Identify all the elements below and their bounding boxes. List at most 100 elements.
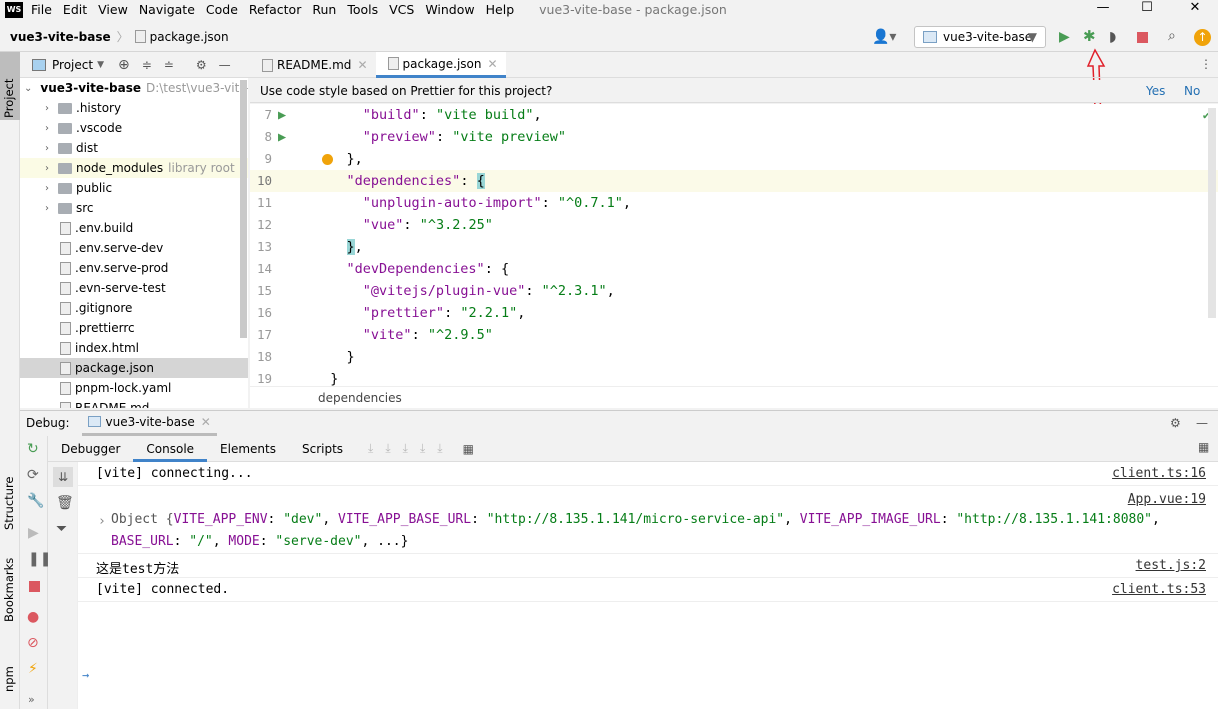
filter-icon[interactable]: ⏷ — [56, 522, 67, 536]
tree-item[interactable]: .env.serve-prod — [20, 258, 248, 278]
chevron-right-icon[interactable]: › — [40, 103, 54, 114]
source-link[interactable]: client.ts:16 — [1112, 466, 1206, 481]
step-over-icon[interactable]: ⤓ — [368, 441, 373, 456]
tool-tab-project[interactable]: Project — [2, 79, 16, 118]
editor-scrollbar[interactable] — [1208, 108, 1216, 318]
source-link[interactable]: App.vue:19 — [1128, 492, 1206, 507]
chevron-right-icon[interactable]: › — [40, 183, 54, 194]
breadcrumb-project[interactable]: vue3-vite-base — [10, 30, 111, 44]
lightbulb-icon[interactable] — [322, 154, 333, 165]
menu-window[interactable]: Window — [425, 2, 474, 17]
gear-icon[interactable]: ⚙ — [1170, 416, 1181, 430]
editor-breadcrumb[interactable]: dependencies — [250, 386, 1218, 408]
debug-tab-scripts[interactable]: Scripts — [289, 436, 356, 462]
chevron-right-icon[interactable]: › — [40, 143, 54, 154]
chevron-down-icon[interactable]: ⌄ — [24, 83, 32, 94]
hide-icon[interactable]: — — [219, 58, 231, 72]
resume-icon[interactable]: ▶ — [28, 526, 39, 540]
tree-item[interactable]: .prettierrc — [20, 318, 248, 338]
notice-no-link[interactable]: No — [1184, 84, 1200, 98]
debug-tab-elements[interactable]: Elements — [207, 436, 289, 462]
close-icon[interactable]: ✕ — [488, 57, 498, 71]
stop-icon[interactable] — [1137, 32, 1148, 43]
menu-tools[interactable]: Tools — [347, 2, 378, 17]
tree-item[interactable]: index.html — [20, 338, 248, 358]
evaluate-icon[interactable]: ▦ — [463, 442, 474, 456]
menu-help[interactable]: Help — [486, 2, 515, 17]
rerun-icon[interactable]: ↻ — [27, 442, 39, 456]
notice-yes-link[interactable]: Yes — [1146, 84, 1165, 98]
tree-item[interactable]: › .history — [20, 98, 248, 118]
tree-item[interactable]: › node_modules library root — [20, 158, 248, 178]
collapse-all-icon[interactable]: ≐ — [164, 58, 174, 72]
tool-tab-npm[interactable]: npm — [2, 666, 16, 692]
menu-run[interactable]: Run — [312, 2, 336, 17]
update-icon[interactable]: ↑ — [1194, 29, 1211, 46]
tree-item[interactable]: ⌄ vue3-vite-base D:\test\vue3-vite-b — [20, 78, 248, 98]
locate-icon[interactable]: ⊕ — [118, 57, 130, 73]
step-out-icon[interactable]: ⤓ — [420, 441, 425, 456]
tree-item[interactable]: .gitignore — [20, 298, 248, 318]
menu-navigate[interactable]: Navigate — [139, 2, 195, 17]
scroll-to-end-icon[interactable]: ⇊ — [53, 467, 73, 487]
project-view-selector[interactable]: Project — [52, 58, 93, 72]
run-icon[interactable]: ▶ — [1059, 30, 1070, 44]
run-script-icon[interactable]: ▶ — [278, 104, 286, 126]
force-step-into-icon[interactable]: ⤓ — [403, 441, 408, 456]
debug-tab-console[interactable]: Console — [133, 436, 208, 462]
breadcrumb-file[interactable]: package.json — [150, 30, 229, 44]
search-icon[interactable]: ⌕ — [1168, 29, 1176, 43]
console-output[interactable]: → client.ts:16 [vite] connecting... App.vu… — [78, 462, 1218, 709]
tool-tab-structure[interactable]: Structure — [2, 477, 16, 531]
menu-vcs[interactable]: VCS — [389, 2, 414, 17]
menu-view[interactable]: View — [98, 2, 128, 17]
source-link[interactable]: client.ts:53 — [1112, 582, 1206, 597]
breakpoints-icon[interactable]: ● — [27, 610, 39, 624]
debug-bug-icon[interactable]: ✱ — [1083, 29, 1096, 44]
menu-edit[interactable]: Edit — [63, 2, 87, 17]
debug-tab-debugger[interactable]: Debugger — [48, 436, 133, 462]
tool-tab-bookmarks[interactable]: Bookmarks — [2, 558, 16, 622]
tree-scrollbar[interactable] — [240, 80, 247, 338]
step-into-icon[interactable]: ⤓ — [385, 441, 390, 456]
more-icon[interactable]: » — [28, 694, 35, 705]
lightning-icon[interactable]: ⚡ — [28, 662, 38, 676]
tab-package-json[interactable]: package.json ✕ — [375, 52, 506, 78]
expand-chevron-icon[interactable]: › — [98, 514, 106, 529]
menu-code[interactable]: Code — [206, 2, 238, 17]
layout-icon[interactable]: ▦ — [1198, 440, 1209, 454]
coverage-icon[interactable]: ◗ — [1109, 30, 1116, 44]
wrench-icon[interactable]: 🔧 — [27, 494, 44, 508]
close-window-button[interactable]: ✕ — [1172, 0, 1218, 19]
menu-file[interactable]: File — [31, 2, 52, 17]
tree-item[interactable]: › src — [20, 198, 248, 218]
close-icon[interactable]: ✕ — [201, 415, 211, 429]
tree-item[interactable]: › public — [20, 178, 248, 198]
mute-breakpoints-icon[interactable]: ⊘ — [27, 636, 39, 650]
hide-icon[interactable]: — — [1196, 416, 1208, 430]
chevron-right-icon[interactable]: › — [40, 203, 54, 214]
gear-icon[interactable]: ⚙ — [196, 58, 207, 72]
run-config-selector[interactable]: vue3-vite-base ▼ — [914, 26, 1046, 48]
chevron-right-icon[interactable]: › — [40, 123, 54, 134]
menu-refactor[interactable]: Refactor — [249, 2, 301, 17]
stop-icon[interactable] — [29, 581, 40, 592]
tree-item[interactable]: pnpm-lock.yaml — [20, 378, 248, 398]
source-link[interactable]: test.js:2 — [1136, 558, 1206, 573]
minimize-button[interactable]: — — [1080, 0, 1126, 19]
run-script-icon[interactable]: ▶ — [278, 126, 286, 148]
restart-icon[interactable]: ⟳ — [27, 468, 39, 482]
tree-item[interactable]: .evn-serve-test — [20, 278, 248, 298]
tree-item[interactable]: README.md — [20, 398, 248, 408]
maximize-button[interactable]: ☐ — [1124, 0, 1170, 19]
tree-item[interactable]: › dist — [20, 138, 248, 158]
run-to-cursor-icon[interactable]: ⤓ — [437, 441, 442, 456]
tree-item[interactable]: package.json — [20, 358, 248, 378]
user-icon[interactable]: 👤▾ — [872, 30, 896, 44]
more-icon[interactable]: ⋮ — [1200, 57, 1212, 71]
tree-item[interactable]: › .vscode — [20, 118, 248, 138]
tree-item[interactable]: .env.build — [20, 218, 248, 238]
chevron-down-icon[interactable]: ▼ — [97, 60, 104, 70]
trash-icon[interactable]: 🗑 — [56, 496, 74, 510]
close-icon[interactable]: ✕ — [357, 58, 367, 72]
